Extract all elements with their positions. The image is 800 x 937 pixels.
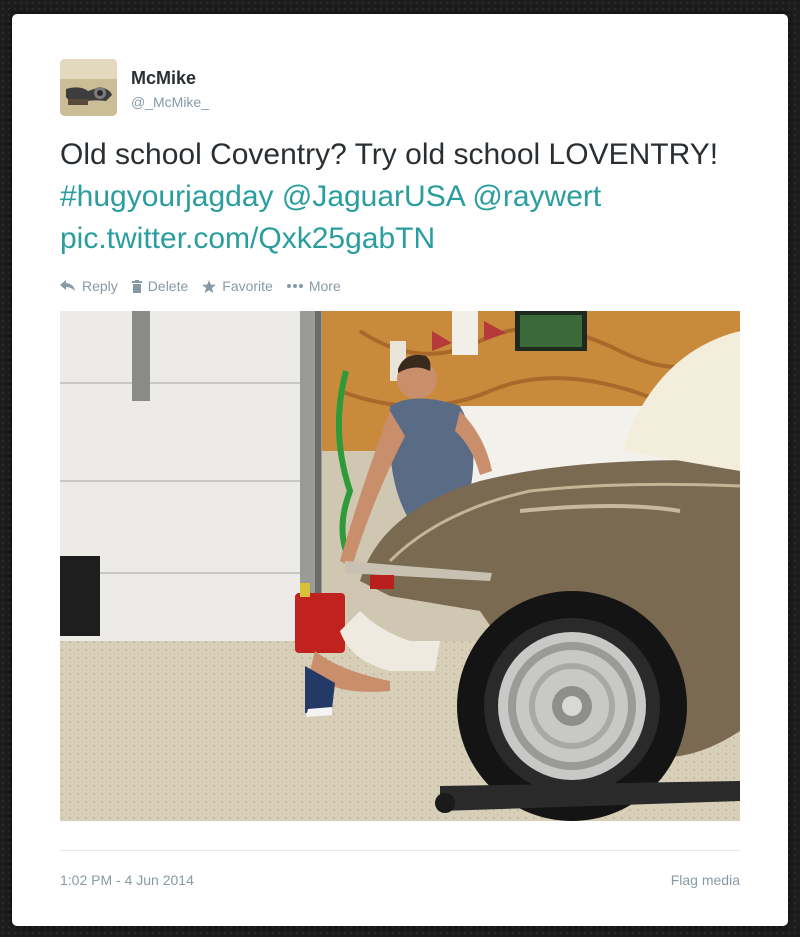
user-avatar[interactable] xyxy=(60,59,117,116)
tweet-actions: Reply Delete Favorite More xyxy=(60,278,355,294)
garage-photo xyxy=(60,311,740,821)
hashtag-link[interactable]: #hugyourjagday xyxy=(60,180,274,213)
more-label: More xyxy=(308,278,341,294)
delete-label: Delete xyxy=(147,278,189,294)
flag-media-link[interactable]: Flag media xyxy=(671,872,740,888)
mention-jaguarusa-link[interactable]: @JaguarUSA xyxy=(282,180,464,213)
user-handle[interactable]: @_McMike_ xyxy=(131,94,209,110)
favorite-label: Favorite xyxy=(222,278,273,294)
tweet-timestamp[interactable]: 1:02 PM - 4 Jun 2014 xyxy=(60,872,194,888)
more-dots-icon xyxy=(286,284,303,288)
star-icon xyxy=(202,279,217,293)
more-button[interactable]: More xyxy=(286,278,341,294)
mention-raywert-link[interactable]: @raywert xyxy=(472,180,601,213)
favorite-button[interactable]: Favorite xyxy=(202,278,273,294)
trash-icon xyxy=(131,279,142,293)
reply-button[interactable]: Reply xyxy=(60,278,118,294)
tweet-text-plain: Old school Coventry? Try old school LOVE… xyxy=(60,138,719,171)
footer-divider xyxy=(60,850,740,851)
tweet-card: McMike @_McMike_ Old school Coventry? Tr… xyxy=(12,14,788,926)
pic-twitter-link[interactable]: pic.twitter.com/Qxk25gabTN xyxy=(60,222,435,255)
reply-label: Reply xyxy=(82,278,118,294)
avatar-image xyxy=(60,59,117,116)
tweet-photo[interactable] xyxy=(60,311,740,821)
tweet-text: Old school Coventry? Try old school LOVE… xyxy=(60,134,760,260)
delete-button[interactable]: Delete xyxy=(131,278,189,294)
reply-icon xyxy=(60,280,75,291)
user-display-name[interactable]: McMike xyxy=(131,68,196,89)
